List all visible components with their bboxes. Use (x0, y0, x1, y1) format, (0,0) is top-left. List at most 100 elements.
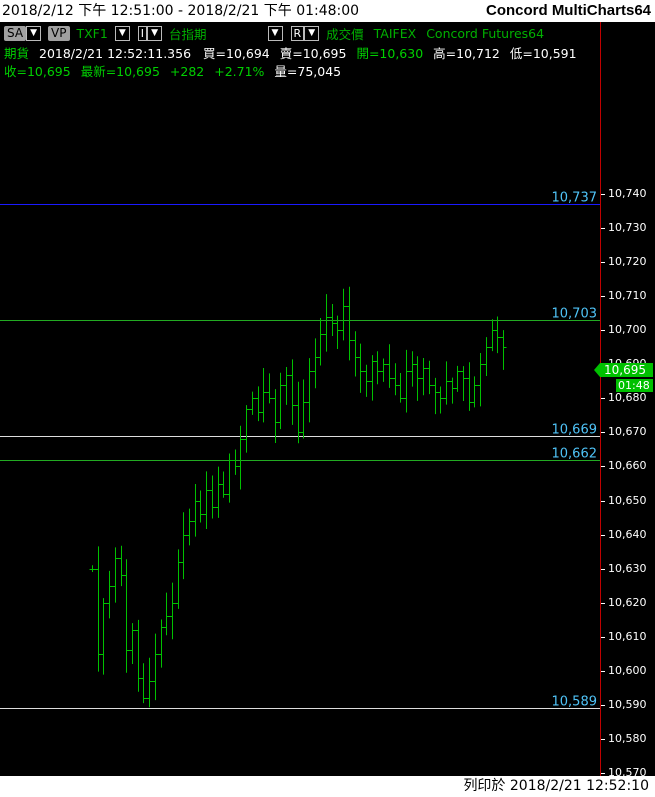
price-marker: 10,695 (600, 363, 653, 377)
price-bar (249, 391, 256, 415)
y-tick-mark (601, 398, 605, 399)
y-tick-mark (601, 194, 605, 195)
price-bar (295, 381, 302, 444)
price-bar (232, 449, 239, 475)
price-bar (106, 570, 113, 619)
price-bar (118, 545, 125, 587)
type-label: 期貨 (4, 46, 30, 61)
price-bar (89, 565, 96, 573)
y-tick-mark (601, 705, 605, 706)
price-bar (380, 358, 387, 382)
y-tick-mark (601, 535, 605, 536)
price-bar (192, 483, 199, 537)
price-bar (449, 377, 456, 404)
price-plot[interactable]: 10,737 10,703 10,669 10,662 10,589 (0, 22, 600, 776)
field-name: 成交價 (326, 27, 364, 42)
ask-value: 賣=10,695 (279, 46, 347, 61)
last-value: 最新=10,695 (80, 64, 160, 79)
price-bar (283, 367, 290, 405)
price-bar (346, 286, 353, 361)
price-bar (129, 623, 136, 665)
field-dropdown-icon[interactable]: ▼ (267, 26, 283, 41)
price-bar (500, 330, 507, 370)
price-bar (386, 344, 393, 388)
level-label-2: 10,669 (552, 423, 598, 438)
price-bar (95, 546, 102, 672)
price-bar (135, 619, 142, 692)
price-bar (494, 316, 501, 354)
r-dropdown-icon[interactable]: ▼ (304, 26, 320, 41)
price-bar (197, 490, 204, 523)
price-bar (175, 549, 182, 609)
printed-at: 列印於 2018/2/21 12:52:10 (463, 778, 649, 794)
price-bar (243, 405, 250, 453)
price-bar (460, 366, 467, 401)
price-bar (163, 592, 170, 636)
y-tick-label: 10,600 (608, 664, 647, 677)
price-bar (186, 508, 193, 546)
y-tick-label: 10,650 (608, 494, 647, 507)
price-bar (466, 362, 473, 411)
close-value: 收=10,695 (4, 64, 71, 79)
y-tick-label: 10,720 (608, 255, 647, 268)
y-tick-mark (601, 228, 605, 229)
price-bar (100, 598, 107, 675)
y-tick-mark (601, 671, 605, 672)
price-bar (158, 619, 165, 668)
price-bar (432, 377, 439, 415)
quote-datetime: 2018/2/21 12:52:11.356 (39, 46, 192, 61)
y-tick-mark (601, 330, 605, 331)
y-tick-label: 10,640 (608, 528, 647, 541)
y-tick-label: 10,680 (608, 391, 647, 404)
price-axis[interactable]: 10,570 10,580 10,590 10,600 10,610 10,620 10,6… (601, 22, 655, 779)
y-tick-mark (601, 432, 605, 433)
price-bar (454, 365, 461, 392)
price-bar (289, 359, 296, 425)
symbol-label[interactable]: TXF1 (76, 26, 107, 41)
y-tick-mark (601, 466, 605, 467)
y-tick-mark (601, 637, 605, 638)
price-bar (203, 471, 210, 529)
interval-button[interactable]: I (137, 26, 148, 41)
vp-button[interactable]: VP (48, 26, 70, 41)
high-value: 高=10,712 (433, 46, 500, 61)
y-tick-label: 10,630 (608, 562, 647, 575)
price-bar (403, 349, 410, 413)
y-tick-mark (601, 262, 605, 263)
title-bar: 2018/2/12 下午 12:51:00 - 2018/2/21 下午 01:… (0, 0, 655, 22)
price-bar (363, 364, 370, 397)
interval-dropdown-icon[interactable]: ▼ (147, 26, 163, 41)
price-bar (317, 318, 324, 366)
y-tick-mark (601, 501, 605, 502)
footer: 列印於 2018/2/21 12:52:10 (0, 776, 655, 797)
price-bar (169, 582, 176, 640)
level-label-1: 10,703 (552, 307, 598, 322)
time-marker: 01:48 (616, 379, 653, 392)
price-bar (357, 343, 364, 393)
level-label-0: 10,737 (552, 191, 598, 206)
price-bar (352, 331, 359, 377)
price-bar (443, 361, 450, 405)
y-tick-label: 10,730 (608, 221, 647, 234)
y-tick-mark (601, 773, 605, 774)
price-bar (140, 663, 147, 704)
price-bar (260, 368, 267, 423)
data-source: Concord Futures64 (426, 26, 545, 41)
price-bar (397, 373, 404, 403)
price-bar (255, 386, 262, 422)
chart-window[interactable]: 10,737 10,703 10,669 10,662 10,589 10,570 10,… (0, 22, 655, 779)
quote-line-2: 收=10,695 最新=10,695 +282 +2.71% 量=75,045 (4, 61, 341, 80)
chart-toolbar: SA ▼ VP TXF1 ▼ I ▼ 台指期 ▼ R ▼ 成交價 TAIFEX Con… (4, 24, 547, 42)
sa-button[interactable]: SA (4, 26, 27, 41)
app-title: Concord MultiCharts64 (485, 2, 651, 19)
y-tick-label: 10,620 (608, 596, 647, 609)
y-tick-label: 10,670 (608, 425, 647, 438)
price-bar (409, 351, 416, 387)
symbol-dropdown-icon[interactable]: ▼ (114, 26, 130, 41)
r-button[interactable]: R (290, 26, 305, 41)
price-bar (420, 357, 427, 396)
y-tick-mark (601, 569, 605, 570)
sa-dropdown-icon[interactable]: ▼ (26, 26, 42, 41)
change-value: +282 (169, 64, 205, 79)
y-tick-label: 10,580 (608, 732, 647, 745)
